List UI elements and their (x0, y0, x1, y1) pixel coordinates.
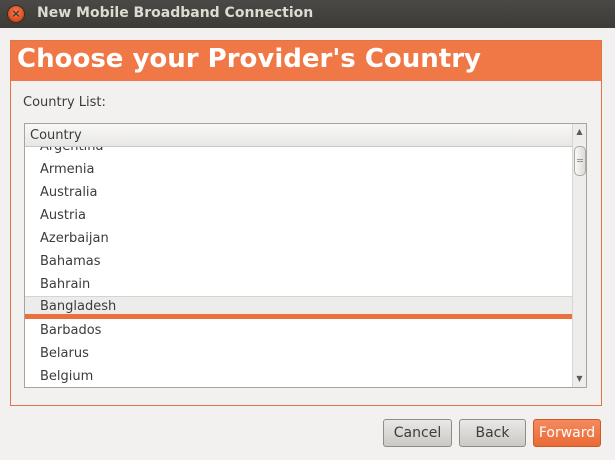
list-item[interactable]: Bahrain (25, 273, 572, 296)
window-title: New Mobile Broadband Connection (37, 5, 314, 21)
list-item[interactable]: Bahamas (25, 250, 572, 273)
list-item-selected[interactable]: Bangladesh (25, 296, 572, 319)
back-button[interactable]: Back (459, 419, 526, 447)
country-column-header-label: Country (30, 128, 82, 143)
list-item[interactable]: Argentina (25, 147, 572, 158)
assistant-page: Choose your Provider's Country Country L… (10, 40, 602, 406)
list-item[interactable]: Belgium (25, 365, 572, 387)
cancel-button[interactable]: Cancel (383, 419, 452, 447)
list-item[interactable]: Australia (25, 181, 572, 204)
page-header-banner: Choose your Provider's Country (11, 41, 601, 81)
country-column-header[interactable]: Country (25, 124, 572, 147)
close-icon[interactable]: × (8, 6, 24, 22)
list-item[interactable]: Azerbaijan (25, 227, 572, 250)
list-scrollbar[interactable]: ▲ ▼ (572, 124, 586, 387)
page-title: Choose your Provider's Country (17, 44, 481, 74)
scrollbar-thumb[interactable] (574, 146, 586, 176)
window-titlebar[interactable]: × New Mobile Broadband Connection (0, 0, 615, 28)
scrollbar-grip (577, 159, 583, 160)
list-item[interactable]: Belarus (25, 342, 572, 365)
list-item[interactable]: Austria (25, 204, 572, 227)
list-item[interactable]: Barbados (25, 319, 572, 342)
country-list-rows[interactable]: ArgentinaArmeniaAustraliaAustriaAzerbaij… (25, 147, 572, 387)
country-list-label: Country List: (23, 95, 106, 110)
forward-button[interactable]: Forward (533, 419, 601, 447)
list-item[interactable]: Armenia (25, 158, 572, 181)
country-list[interactable]: Country ArgentinaArmeniaAustraliaAustria… (24, 123, 587, 388)
scroll-down-arrow-icon[interactable]: ▼ (573, 372, 586, 386)
scroll-up-arrow-icon[interactable]: ▲ (573, 125, 586, 139)
